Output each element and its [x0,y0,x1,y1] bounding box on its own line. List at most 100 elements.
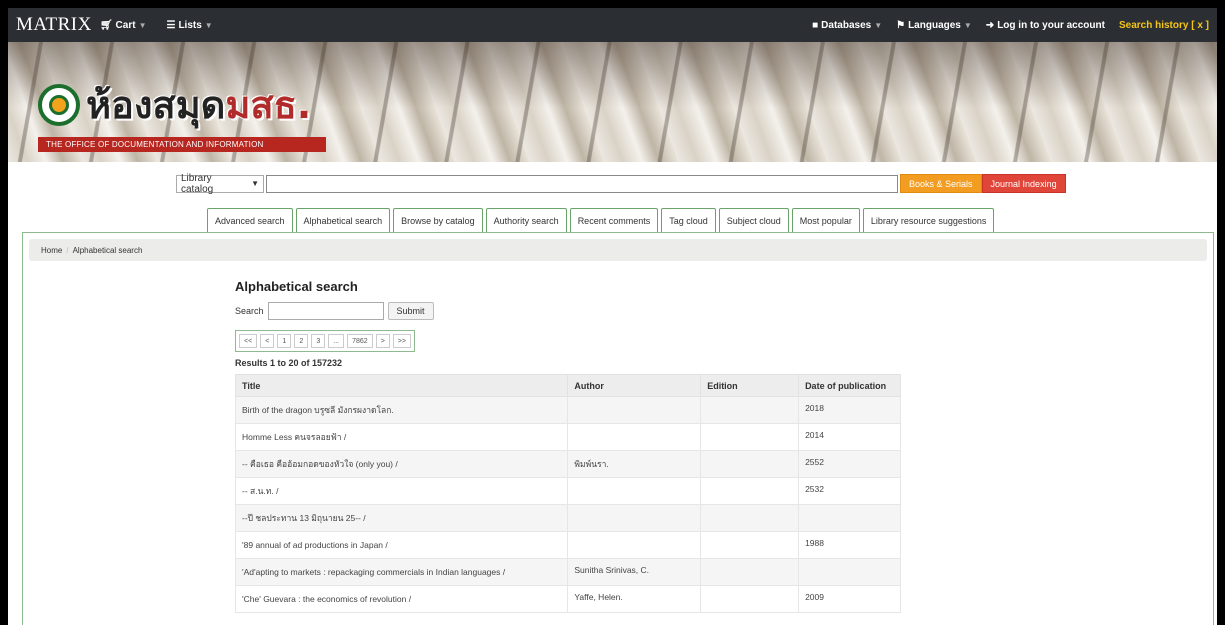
table-row: '89 annual of ad productions in Japan / … [234,531,901,559]
pagination: << < 1 2 3 ... 7862 > >> [235,330,415,352]
header-title[interactable]: Title [234,374,569,397]
tab-advanced-search[interactable]: Advanced search [207,208,293,232]
cell-edition [700,423,800,451]
cell-title[interactable]: '89 annual of ad productions in Japan / [234,531,569,559]
cell-title[interactable]: 'Ad'apting to markets : repackaging comm… [234,558,569,586]
databases-menu[interactable]: ■ Databases ▼ [812,20,882,31]
table-header-row: Title Author Edition Date of publication [234,374,901,397]
tab-most-popular[interactable]: Most popular [791,208,860,232]
cell-edition [700,504,800,532]
page-next[interactable]: > [375,334,390,348]
tab-alphabetical-search[interactable]: Alphabetical search [295,208,391,232]
breadcrumb: Home / Alphabetical search [29,239,1207,261]
page-prev[interactable]: < [260,334,275,348]
brand-logo[interactable]: MATRIX [16,14,92,36]
cell-title[interactable]: Homme Less คนจรลอยฟ้า / [234,423,569,451]
search-bar: Library catalog ▼ Books & Serials Journa… [176,173,1066,195]
cell-edition [700,558,800,586]
page-3[interactable]: 3 [311,334,326,348]
chevron-down-icon: ▼ [874,20,883,30]
cell-author: Yaffe, Helen. [567,585,702,613]
table-row: Homme Less คนจรลอยฟ้า / 2014 [234,423,901,451]
lists-label: Lists [178,19,202,31]
table-row: 'Che' Guevara : the economics of revolut… [234,585,901,613]
alpha-search-input[interactable] [267,302,384,320]
cell-title[interactable]: Birth of the dragon บรูซลี มังกรผงาดโลก. [234,396,569,424]
submit-button[interactable]: Submit [387,302,434,320]
cell-title[interactable]: -- ส.น.ท. / [234,477,569,505]
page-1[interactable]: 1 [277,334,292,348]
page-last[interactable]: >> [392,334,411,348]
tab-authority-search[interactable]: Authority search [485,208,567,232]
breadcrumb-current[interactable]: Alphabetical search [73,246,143,255]
logo-top: ห้องสมุดมสธ. [38,74,326,135]
table-row: -- ส.น.ท. / 2532 [234,477,901,505]
search-tabs: Advanced search Alphabetical search Brow… [207,208,995,232]
book-icon: ■ [812,19,819,31]
logo-subtitle: THE OFFICE OF DOCUMENTATION AND INFORMAT… [38,137,326,152]
breadcrumb-separator: / [66,245,69,255]
cell-author [567,531,702,559]
search-input[interactable] [266,174,898,193]
cell-date: 2532 [798,477,901,505]
header-date[interactable]: Date of publication [798,374,901,397]
cell-author [567,396,702,424]
languages-label: Languages [908,19,961,31]
header-edition[interactable]: Edition [700,374,800,397]
flag-icon: ⚑ [896,19,906,31]
logo-emblem-icon [38,83,80,126]
list-icon: ☰ [166,19,176,31]
table-row: Birth of the dragon บรูซลี มังกรผงาดโลก.… [234,396,901,424]
search-history-link[interactable]: Search history [ x ] [1119,20,1209,31]
cell-date: 1988 [798,531,901,559]
cell-date: 2009 [798,585,901,613]
tab-browse-by-catalog[interactable]: Browse by catalog [393,208,483,232]
browser-frame: MATRIX 🛒︎ Cart ▼ ☰ Lists ▼ ■ Databases ▼… [8,8,1217,625]
cart-label: Cart [115,19,136,31]
cart-menu[interactable]: 🛒︎ Cart ▼ [100,20,147,31]
chevron-down-icon: ▼ [138,20,147,30]
search-label: Search [235,306,264,316]
breadcrumb-home[interactable]: Home [41,246,62,255]
top-navbar: MATRIX 🛒︎ Cart ▼ ☰ Lists ▼ ■ Databases ▼… [8,8,1217,42]
table-row: -- คือเธอ คืออ้อมกอดของหัวใจ (only you) … [234,450,901,478]
cell-edition [700,585,800,613]
lists-menu[interactable]: ☰ Lists ▼ [166,20,212,31]
navbar-right: ■ Databases ▼ ⚑ Languages ▼ ➜ Log in to … [812,20,1209,31]
page-ellipsis: ... [328,334,345,348]
chevron-down-icon: ▼ [251,179,259,188]
search-row: Search Submit [235,302,901,320]
books-serials-button[interactable]: Books & Serials [900,174,982,193]
cell-edition [700,531,800,559]
logo-accent-text: มสธ. [225,83,312,127]
cell-author [567,504,702,532]
languages-menu[interactable]: ⚑ Languages ▼ [896,20,972,31]
header-author[interactable]: Author [567,374,702,397]
tab-library-resource-suggestions[interactable]: Library resource suggestions [862,208,995,232]
cell-edition [700,477,800,505]
page-last-number[interactable]: 7862 [347,334,373,348]
tab-recent-comments[interactable]: Recent comments [569,208,659,232]
cell-title[interactable]: --ปี ชลประทาน 13 มิถุนายน 25-- / [234,504,569,532]
chevron-down-icon: ▼ [963,20,972,30]
page-2[interactable]: 2 [294,334,309,348]
results-table: Title Author Edition Date of publication… [234,374,901,613]
logo-text: ห้องสมุดมสธ. [86,74,311,135]
cell-edition [700,450,800,478]
cell-date: 2014 [798,423,901,451]
library-logo[interactable]: ห้องสมุดมสธ. THE OFFICE OF DOCUMENTATION… [38,74,326,152]
login-link[interactable]: ➜ Log in to your account [986,20,1105,31]
chevron-down-icon: ▼ [204,20,213,30]
cell-date: 2552 [798,450,901,478]
table-row: 'Ad'apting to markets : repackaging comm… [234,558,901,586]
cell-title[interactable]: 'Che' Guevara : the economics of revolut… [234,585,569,613]
page-first[interactable]: << [239,334,258,348]
tab-subject-cloud[interactable]: Subject cloud [718,208,789,232]
cell-author: พิมพ์นรา. [567,450,702,478]
cell-author: Sunitha Srinivas, C. [567,558,702,586]
tab-tag-cloud[interactable]: Tag cloud [661,208,716,232]
catalog-select[interactable]: Library catalog ▼ [176,173,264,195]
journal-indexing-button[interactable]: Journal Indexing [981,174,1066,193]
cell-title[interactable]: -- คือเธอ คืออ้อมกอดของหัวใจ (only you) … [234,450,569,478]
main-panel: Home / Alphabetical search Alphabetical … [22,232,1214,625]
